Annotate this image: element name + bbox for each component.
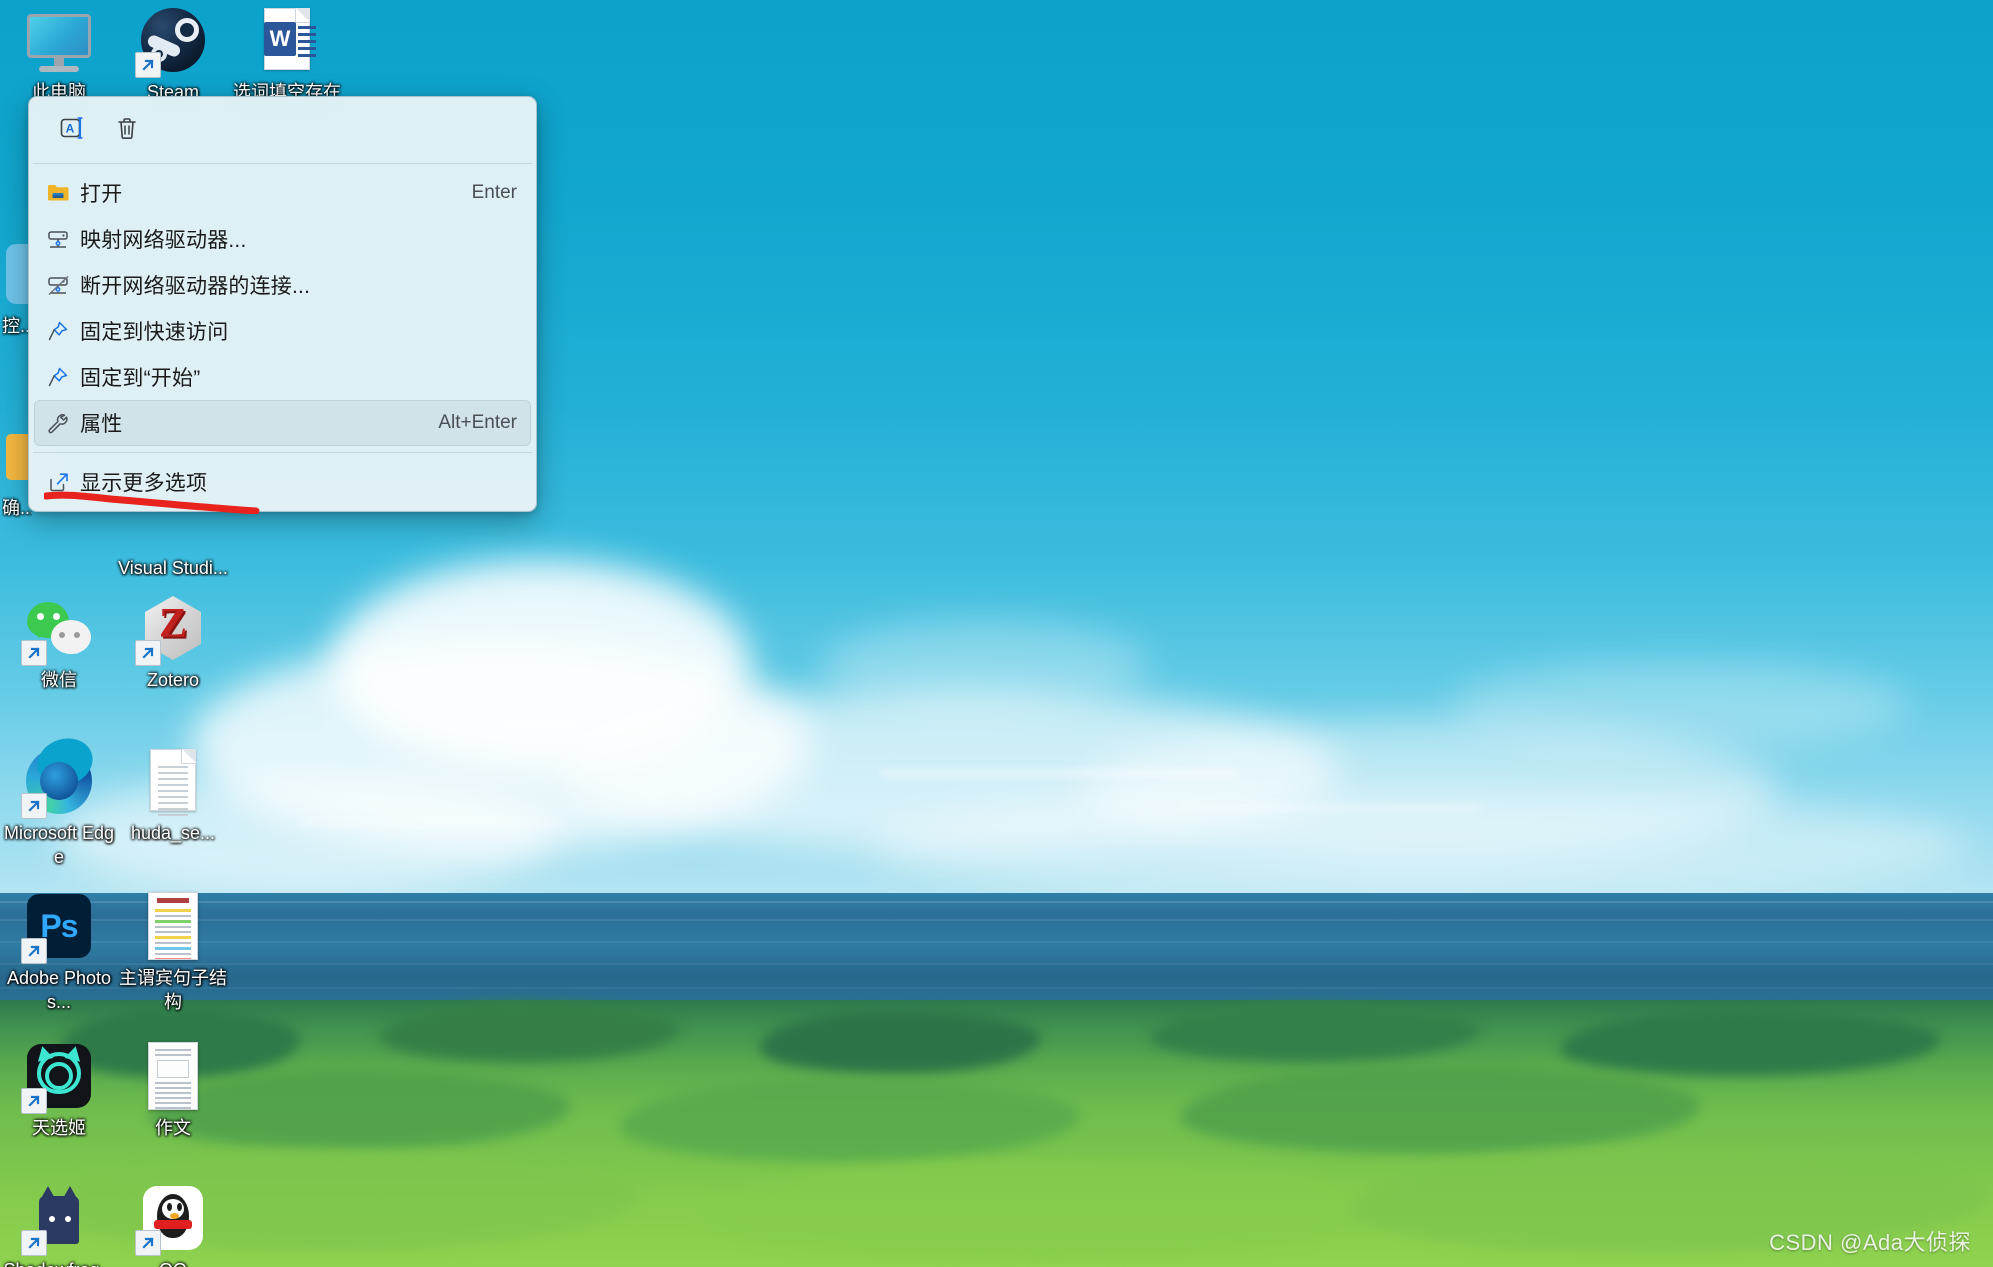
desktop-icon-text-file[interactable]: huda_se... bbox=[116, 745, 230, 845]
desktop-icon-label: 作文 bbox=[155, 1118, 191, 1138]
watermark-text: CSDN @Ada大侦探 bbox=[1769, 1230, 1971, 1255]
tuf-gaming-icon bbox=[21, 1040, 95, 1114]
desktop-icon-steam[interactable]: Steam bbox=[116, 4, 230, 104]
cat-app-icon bbox=[21, 1182, 95, 1256]
menu-item-accelerator: Enter bbox=[471, 182, 517, 203]
desktop-icon-label: Zotero bbox=[146, 670, 200, 690]
monitor-icon bbox=[23, 4, 95, 76]
rename-icon: A bbox=[58, 114, 88, 147]
folder-open-icon bbox=[46, 181, 80, 205]
shortcut-arrow-icon bbox=[135, 1230, 161, 1256]
document-thumbnail-icon bbox=[137, 1040, 209, 1112]
desktop-icon-essay-doc[interactable]: 作文 bbox=[116, 1040, 230, 1140]
menu-item-label: 固定到快速访问 bbox=[80, 321, 229, 344]
rename-button[interactable]: A bbox=[51, 109, 95, 151]
trash-icon bbox=[113, 114, 141, 147]
delete-button[interactable] bbox=[105, 109, 149, 151]
shortcut-arrow-icon bbox=[21, 938, 47, 964]
map-network-drive-icon bbox=[46, 227, 80, 251]
zotero-icon: Z bbox=[135, 592, 209, 666]
desktop-icon-shadowfrog[interactable]: Shadowfrog... bbox=[2, 1182, 116, 1267]
desktop-icon-label: 微信 bbox=[41, 670, 77, 690]
desktop-icon-label: huda_se... bbox=[130, 823, 216, 843]
svg-text:A: A bbox=[66, 121, 75, 135]
shortcut-arrow-icon bbox=[135, 52, 161, 78]
menu-item-accelerator: Alt+Enter bbox=[438, 412, 517, 433]
menu-item-show-more-options[interactable]: 显示更多选项 bbox=[34, 459, 531, 505]
menu-item-label: 打开 bbox=[80, 183, 123, 206]
menu-item-label: 断开网络驱动器的连接... bbox=[80, 275, 311, 298]
wallpaper-grass bbox=[0, 1000, 1993, 1267]
context-menu-toolbar: A bbox=[29, 97, 536, 163]
menu-item-disconnect-network-drive[interactable]: 断开网络驱动器的连接... bbox=[34, 262, 531, 308]
document-thumbnail-icon bbox=[137, 890, 209, 962]
desktop-icon-label: QQ bbox=[116, 1258, 230, 1267]
word-document-icon: W bbox=[251, 4, 323, 76]
desktop-icon-label: Adobe Photos... bbox=[6, 968, 112, 1013]
menu-item-label: 映射网络驱动器... bbox=[80, 229, 247, 252]
desktop-icon-qq[interactable]: QQ bbox=[116, 1182, 230, 1267]
menu-item-label: 属性 bbox=[80, 413, 123, 436]
menu-item-label: 固定到“开始” bbox=[80, 367, 201, 390]
shortcut-arrow-icon bbox=[21, 1230, 47, 1256]
desktop-icon-grammar-doc[interactable]: 主谓宾句子结构 bbox=[116, 890, 230, 1015]
context-menu-items: 打开 Enter 映射网络驱动器... 断开网络驱动器的连接... 固定到快速访… bbox=[29, 164, 536, 452]
desktop-icon-label: Microsoft Edge bbox=[3, 823, 115, 868]
shortcut-arrow-icon bbox=[135, 640, 161, 666]
desktop-icon-adobe-photoshop[interactable]: Ps Adobe Photos... bbox=[2, 890, 116, 1015]
edge-icon bbox=[21, 731, 99, 819]
disconnect-drive-icon bbox=[46, 273, 80, 297]
menu-item-pin-to-quick-access[interactable]: 固定到快速访问 bbox=[34, 308, 531, 354]
desktop-icon-label: 天选姬 bbox=[32, 1118, 86, 1138]
desktop-icon-this-pc[interactable]: 此电脑 bbox=[2, 4, 116, 104]
menu-item-properties[interactable]: 属性 Alt+Enter bbox=[34, 400, 531, 446]
text-document-icon bbox=[137, 745, 209, 817]
desktop-icon-microsoft-edge[interactable]: Microsoft Edge bbox=[2, 731, 116, 870]
wechat-icon bbox=[21, 592, 95, 666]
desktop-icon-label: Visual Studi... bbox=[118, 558, 228, 578]
desktop[interactable]: 此电脑 Steam W 选词填空存在 控... 确... Visual Stud… bbox=[0, 0, 1993, 1267]
menu-item-open[interactable]: 打开 Enter bbox=[34, 170, 531, 216]
desktop-icon-wechat[interactable]: 微信 bbox=[2, 592, 116, 692]
pin-icon bbox=[46, 365, 80, 389]
desktop-icon-label: 主谓宾句子结构 bbox=[119, 968, 227, 1013]
desktop-icon-tianxuanji[interactable]: 天选姬 bbox=[2, 1040, 116, 1140]
wrench-icon bbox=[46, 411, 80, 435]
context-menu[interactable]: A 打开 Enter 映射网络驱动器... 断开网络驱动器的连接... 固定到快… bbox=[28, 96, 537, 512]
desktop-icon-label: Shadowfrog... bbox=[2, 1258, 116, 1267]
show-more-icon bbox=[46, 470, 80, 494]
steam-icon bbox=[135, 4, 209, 78]
photoshop-icon: Ps bbox=[21, 890, 95, 964]
menu-item-label: 显示更多选项 bbox=[80, 472, 208, 495]
context-menu-footer: 显示更多选项 bbox=[29, 453, 536, 511]
shortcut-arrow-icon bbox=[21, 793, 47, 819]
qq-icon bbox=[135, 1182, 209, 1256]
pin-icon bbox=[46, 319, 80, 343]
shortcut-arrow-icon bbox=[21, 640, 47, 666]
desktop-icon-word-doc[interactable]: W 选词填空存在 bbox=[230, 4, 344, 104]
shortcut-arrow-icon bbox=[21, 1088, 47, 1114]
desktop-icon-zotero[interactable]: Z Zotero bbox=[116, 592, 230, 692]
menu-item-pin-to-start[interactable]: 固定到“开始” bbox=[34, 354, 531, 400]
menu-item-map-network-drive[interactable]: 映射网络驱动器... bbox=[34, 216, 531, 262]
